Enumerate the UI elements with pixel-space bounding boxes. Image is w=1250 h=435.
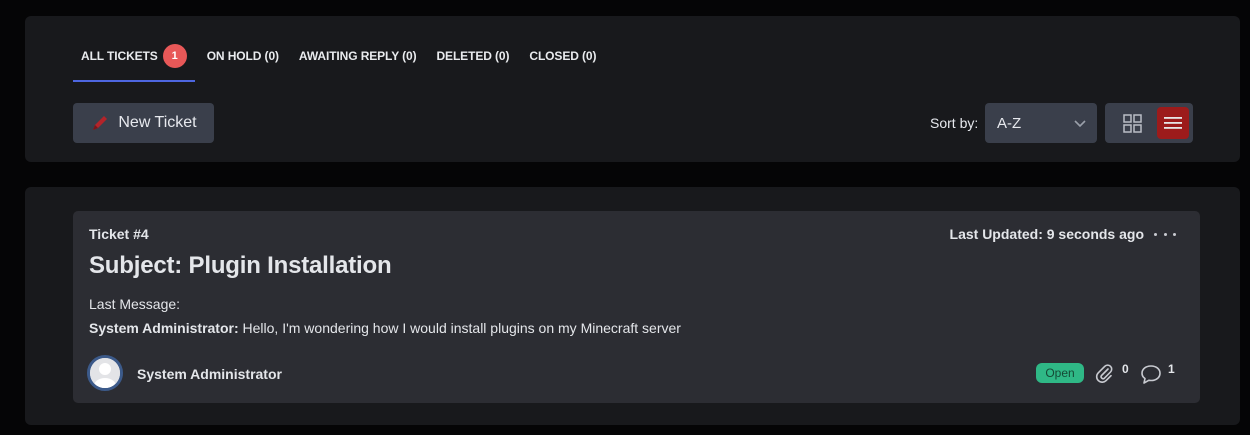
last-message-text: Hello, I'm wondering how I would install… [238, 320, 681, 336]
last-updated: Last Updated: 9 seconds ago [949, 226, 1144, 242]
user-silhouette-icon [90, 358, 120, 388]
last-message-author: System Administrator: [89, 320, 239, 336]
ticket-tabs: ALL TICKETS 1 ON HOLD (0) AWAITING REPLY… [73, 44, 616, 82]
comment-icon[interactable] [1140, 363, 1162, 385]
comment-count: 1 [1168, 362, 1175, 376]
chevron-down-icon [1074, 120, 1086, 128]
ticket-toolbar-panel: ALL TICKETS 1 ON HOLD (0) AWAITING REPLY… [25, 16, 1240, 162]
sort-value: A-Z [997, 114, 1022, 132]
list-view-icon [1164, 117, 1182, 129]
pencil-icon [93, 116, 108, 130]
user-avatar[interactable] [87, 355, 123, 391]
ticket-card[interactable]: Ticket #4 Last Updated: 9 seconds ago Su… [73, 211, 1200, 403]
tab-on-hold[interactable]: ON HOLD (0) [207, 46, 279, 66]
tab-label: ON HOLD (0) [206, 49, 279, 63]
new-ticket-button[interactable]: New Ticket [73, 103, 214, 143]
sort-select[interactable]: A-Z [985, 103, 1097, 143]
tab-closed[interactable]: CLOSED (0) [529, 46, 596, 66]
ticket-list-panel: Ticket #4 Last Updated: 9 seconds ago Su… [25, 187, 1240, 425]
ticket-number: Ticket #4 [89, 226, 149, 242]
new-ticket-label: New Ticket [118, 114, 197, 131]
grid-view-icon[interactable] [1119, 113, 1147, 135]
ticket-subject: Subject: Plugin Installation [89, 252, 392, 279]
last-message-label: Last Message: [89, 296, 181, 312]
ticket-author: System Administrator [137, 366, 282, 382]
tab-count-badge: 1 [162, 44, 187, 68]
tab-label: AWAITING REPLY (0) [298, 49, 417, 63]
tab-label: DELETED (0) [436, 49, 510, 63]
last-message: System Administrator: Hello, I'm wonderi… [89, 320, 681, 336]
view-toggle [1105, 103, 1193, 143]
more-options-button[interactable] [1154, 225, 1176, 243]
tab-awaiting-reply[interactable]: AWAITING REPLY (0) [299, 46, 417, 66]
list-view-button[interactable] [1157, 107, 1189, 139]
more-icon [1154, 232, 1157, 236]
paperclip-icon[interactable] [1094, 363, 1114, 383]
tab-all-tickets[interactable]: ALL TICKETS 1 [73, 44, 195, 82]
tab-label: CLOSED (0) [529, 49, 597, 63]
tab-deleted[interactable]: DELETED (0) [436, 46, 509, 66]
sort-label: Sort by: [930, 115, 979, 131]
tab-label: ALL TICKETS [81, 49, 158, 63]
attachment-count: 0 [1122, 362, 1129, 376]
status-badge: Open [1036, 363, 1084, 383]
